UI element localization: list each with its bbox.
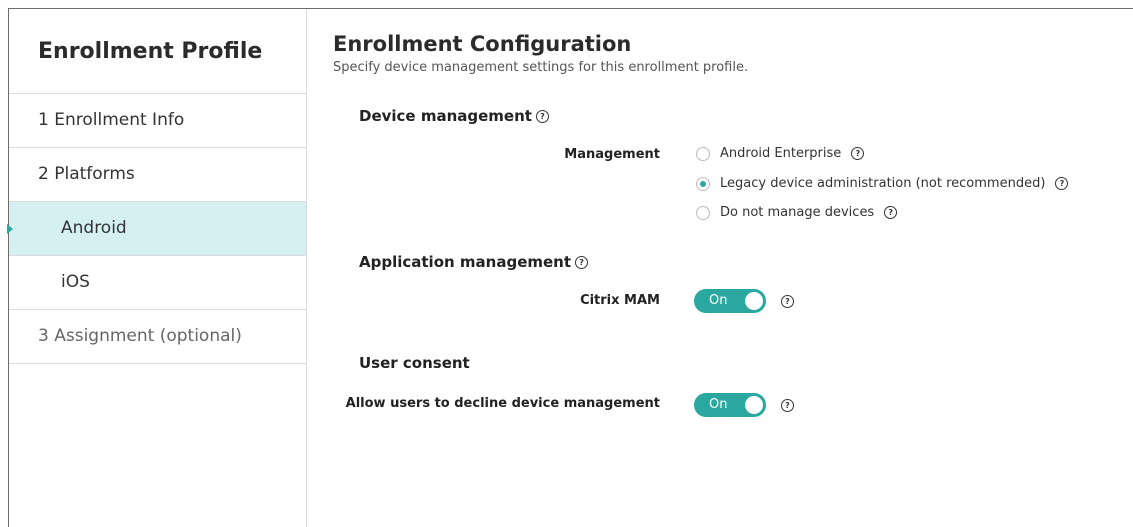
radio-label: Legacy device administration (not recomm…: [720, 176, 1046, 191]
radio-android-enterprise[interactable]: Android Enterprise ?: [696, 146, 865, 161]
sidebar-item-assignment[interactable]: 3 Assignment (optional): [9, 310, 306, 364]
radio-button[interactable]: [696, 205, 710, 220]
sidebar-title: Enrollment Profile: [9, 9, 306, 94]
active-marker-icon: [7, 224, 13, 234]
radio-button-selected[interactable]: [696, 176, 710, 191]
help-icon[interactable]: ?: [535, 109, 549, 123]
toggle-state: On: [709, 397, 728, 412]
citrix-mam-toggle[interactable]: On: [694, 289, 766, 313]
page-title: Enrollment Configuration: [333, 32, 632, 56]
main-content: Enrollment Configuration Specify device …: [333, 30, 1123, 75]
help-icon[interactable]: ?: [781, 399, 794, 412]
help-icon[interactable]: ?: [884, 206, 898, 219]
radio-legacy-device-admin[interactable]: Legacy device administration (not recomm…: [696, 176, 1069, 191]
user-consent-heading: User consent: [359, 354, 470, 372]
help-icon[interactable]: ?: [781, 295, 794, 308]
user-consent-heading-text: User consent: [359, 354, 470, 372]
sidebar-item-enrollment-info[interactable]: 1 Enrollment Info: [9, 94, 306, 148]
toggle-state: On: [709, 293, 728, 308]
toggle-knob: [745, 396, 763, 414]
sidebar-item-android[interactable]: Android: [7, 202, 306, 256]
device-management-heading-text: Device management: [359, 107, 532, 125]
help-icon[interactable]: ?: [575, 255, 589, 269]
application-management-heading: Application management ?: [359, 253, 589, 271]
radio-label: Do not manage devices: [720, 205, 875, 220]
toggle-knob: [745, 292, 763, 310]
radio-do-not-manage[interactable]: Do not manage devices ?: [696, 205, 898, 220]
citrix-mam-label: Citrix MAM: [580, 293, 660, 308]
sidebar-item-ios[interactable]: iOS: [9, 256, 306, 310]
management-label: Management: [564, 147, 660, 162]
sidebar-item-platforms[interactable]: 2 Platforms: [9, 148, 306, 202]
application-management-heading-text: Application management: [359, 253, 572, 271]
sidebar: Enrollment Profile 1 Enrollment Info 2 P…: [7, 9, 307, 527]
allow-decline-toggle[interactable]: On: [694, 393, 766, 417]
page-description: Specify device management settings for t…: [333, 60, 749, 75]
sidebar-item-label: Android: [61, 218, 127, 238]
help-icon[interactable]: ?: [1055, 177, 1069, 190]
radio-label: Android Enterprise: [720, 146, 842, 161]
radio-button[interactable]: [696, 146, 710, 161]
allow-decline-label: Allow users to decline device management: [345, 396, 660, 411]
device-management-heading: Device management ?: [359, 107, 549, 125]
help-icon[interactable]: ?: [851, 147, 865, 160]
